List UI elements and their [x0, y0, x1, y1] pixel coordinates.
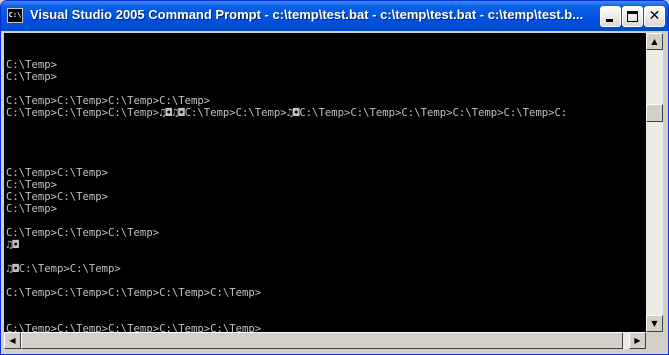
console-line: C:\Temp> — [6, 179, 58, 191]
vertical-scroll-thumb[interactable] — [646, 104, 663, 123]
console-line: ♫◘C:\Temp>C:\Temp> — [6, 263, 121, 275]
arrow-up-icon: ▲ — [651, 37, 658, 46]
maximize-icon — [627, 11, 638, 22]
resize-grip[interactable] — [646, 332, 663, 349]
minimize-button[interactable] — [600, 6, 621, 27]
console-line: C:\Temp>C:\Temp>C:\Temp> — [6, 227, 160, 239]
console-line: C:\Temp> — [6, 71, 58, 83]
console-line: C:\Temp> — [6, 59, 58, 71]
minimize-icon — [606, 19, 613, 22]
close-icon: ✕ — [648, 8, 661, 24]
console-line: C:\Temp> — [6, 203, 58, 215]
command-prompt-icon[interactable]: C:\ — [7, 8, 23, 23]
arrow-right-icon: ▶ — [634, 336, 641, 345]
console-line: ♫◘ — [6, 239, 19, 251]
horizontal-scrollbar[interactable]: ◀ ▶ — [4, 332, 646, 349]
console-line: C:\Temp>C:\Temp> — [6, 191, 109, 203]
console-line: C:\Temp>C:\Temp>C:\Temp>C:\Temp> — [6, 95, 211, 107]
window-title: Visual Studio 2005 Command Prompt - c:\t… — [30, 7, 584, 22]
console-line: C:\Temp>C:\Temp>C:\Temp>♫◘♫◘C:\Temp>C:\T… — [6, 107, 568, 119]
console-line: C:\Temp>C:\Temp> — [6, 167, 109, 179]
horizontal-scroll-thumb[interactable] — [21, 332, 623, 349]
scroll-right-button[interactable]: ▶ — [629, 332, 646, 349]
console-line: C:\Temp>C:\Temp>C:\Temp>C:\Temp>C:\Temp> — [6, 287, 262, 299]
vertical-scrollbar[interactable]: ▲ ▼ — [646, 33, 663, 332]
maximize-button[interactable] — [622, 6, 643, 27]
scroll-up-button[interactable]: ▲ — [646, 33, 663, 50]
title-bar[interactable]: C:\ Visual Studio 2005 Command Prompt - … — [1, 1, 668, 31]
scroll-left-button[interactable]: ◀ — [4, 332, 21, 349]
console-line: C:\Temp>C:\Temp>C:\Temp>C:\Temp>C:\Temp> — [6, 323, 262, 332]
arrow-left-icon: ◀ — [9, 336, 16, 345]
scroll-down-button[interactable]: ▼ — [646, 315, 663, 332]
close-button[interactable]: ✕ — [644, 6, 665, 27]
console-output[interactable]: C:\Temp> C:\Temp> C:\Temp>C:\Temp>C:\Temp>… — [4, 33, 646, 332]
arrow-down-icon: ▼ — [651, 319, 658, 328]
